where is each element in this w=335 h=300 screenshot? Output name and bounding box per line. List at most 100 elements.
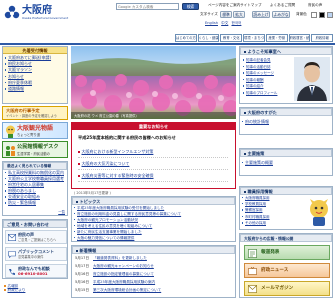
list-item[interactable]: 知事の報酬 — [241, 77, 291, 84]
nav-item-info[interactable]: 府政情報 — [311, 34, 334, 42]
comment-icon — [8, 251, 16, 258]
policy-title: 主要施策 — [240, 149, 332, 157]
list-item[interactable]: 知事の活動日誌 — [241, 64, 291, 71]
osaka-profile-box: 大阪府のすがた 府の統計情報 — [239, 107, 333, 135]
news-item[interactable]: 5月15日 第三次大阪府環境総合計画の策定について — [75, 288, 233, 295]
notice-heading: 平成25年度本格的に関する府民の皆様へのお知らせ — [78, 135, 176, 140]
notice-title: 重要なお知らせ — [138, 124, 169, 130]
size-label: 文字サイズ — [200, 12, 218, 16]
governor-title: ようこそ知事室へ — [240, 47, 332, 55]
media-item-news[interactable]: 府政ニュース — [244, 263, 330, 278]
nav-item-admin[interactable]: 府政運営・統計 — [288, 34, 311, 42]
site-logo[interactable]: 大阪府 Osaka Prefectural Government — [4, 5, 74, 23]
lang-korean[interactable]: 한국어 — [231, 21, 241, 25]
top-link-faq[interactable]: よくあるご質問 — [270, 3, 295, 7]
media-title: 大阪府からの広報・情報公開 — [240, 234, 332, 242]
news-item[interactable]: 5月17日 「報道発表資料」を更新しました — [75, 256, 233, 263]
envelope-icon — [248, 285, 257, 293]
nav-item-education[interactable]: 教育・文化 — [220, 34, 243, 42]
nav-item-life[interactable]: くらし・健康・福祉 — [197, 34, 220, 42]
search-input[interactable] — [116, 3, 179, 10]
bg-color-blue[interactable] — [327, 11, 333, 18]
language-links: English 中文 한국어 — [205, 21, 241, 25]
hero-photo: 大阪府の花 ウメ 府立公園の春（写真提供） — [71, 46, 236, 119]
notice-link-1[interactable]: 大阪府における新型インフルエンザ対策 — [78, 149, 228, 158]
inquiry-item-comment[interactable]: パブリックコメント 意見募集中の案件 — [5, 247, 67, 261]
news-box: 新着情報 5月17日 「報道発表資料」を更新しました 5月17日 大阪府の観光キャン… — [71, 245, 236, 298]
mail-icon — [8, 234, 16, 241]
top-link-sitemap[interactable]: サイトマップ — [240, 3, 262, 7]
tourism-banner[interactable]: 大阪観光物語 ちょっと寄り道 — [2, 122, 68, 139]
read-aloud-button[interactable]: 読み上げ — [252, 11, 270, 18]
flower-field-image — [71, 58, 236, 119]
inquiry-item-voice[interactable]: 府民の声 ご意見・ご提案はこちらへ — [5, 230, 67, 244]
list-item[interactable]: 大阪の魅力発信についての情報提供 — [72, 235, 235, 241]
site-name-en: Osaka Prefectural Government — [22, 16, 69, 20]
news-item[interactable]: 5月16日 平成25年度大阪府職員採用試験の案内 — [75, 280, 233, 287]
recruit-box: 職員採用情報 大阪府職員採用 学校教員採用 警察官採用 市町村職員採用 その他の… — [239, 186, 333, 230]
notice-link-2[interactable]: 大阪府の大気汚染について — [78, 161, 228, 170]
community-banner[interactable]: 公民館情報デスク 生涯学習・府民活動の — [2, 141, 68, 158]
update-date: ( 2013年5月17日更新 ) — [74, 191, 111, 195]
profile-title: 大阪府のすがた — [240, 108, 332, 116]
top-link-voice[interactable]: 府民の声 — [308, 3, 322, 7]
tv-icon — [248, 267, 257, 275]
size-large-button[interactable]: 拡大 — [233, 11, 245, 18]
lang-english[interactable]: English — [205, 21, 218, 25]
left-notice-title: 先着受付情報 — [3, 47, 67, 54]
foot-link-dayori[interactable]: 府政だより — [4, 288, 25, 292]
governor-photo[interactable] — [294, 57, 330, 101]
left-notice-box: 先着受付情報 大阪府あてに郵送(申請) 府民お知らせ 大阪マラソン お知らせ 府… — [2, 46, 68, 104]
photo-caption: 大阪府の花 ウメ 府立公園の春（写真提供） — [74, 113, 139, 118]
popular-more-link[interactable]: 一覧 — [58, 210, 65, 214]
list-item[interactable]: その他の採用 — [240, 220, 302, 226]
phone-icon — [9, 269, 15, 276]
nav-item-environment[interactable]: 環境・まちづくり — [243, 34, 265, 42]
search-button[interactable]: 検索 — [182, 3, 199, 10]
media-item-mail[interactable]: メールマガジン — [244, 281, 330, 296]
left-foot-links: 広報誌 府政だより — [4, 284, 25, 293]
search-box: 検索 — [116, 3, 204, 10]
list-item[interactable]: 知事のプロフィール — [241, 90, 291, 97]
news-item[interactable]: 5月16日 府立施設の指定管理者の募集について — [75, 272, 233, 279]
lang-chinese[interactable]: 中文 — [221, 21, 228, 25]
list-item[interactable]: 府の統計情報 — [240, 119, 332, 125]
nav-item-industry[interactable]: 産業・労働 — [265, 34, 288, 42]
bg-color-black[interactable] — [319, 11, 325, 18]
popular-list: 私立高校授業料の無償化の案内 大阪府公立学校教職員採用選考 府営住宅の入居募集 … — [3, 170, 67, 207]
news-title: 新着情報 — [72, 246, 235, 254]
nav-divider — [0, 43, 335, 45]
bg-color-white[interactable] — [311, 11, 317, 18]
size-normal-button[interactable]: 標準 — [220, 11, 232, 18]
list-item[interactable]: 道路情報 — [3, 86, 67, 92]
global-nav: はじめての方へ くらし・健康・福祉 教育・文化 環境・まちづくり 産業・労働 府… — [175, 34, 334, 42]
inquiry-title: ご意見・お問い合わせ — [3, 220, 67, 228]
top-link-guide[interactable]: ページ内容をご案内 — [208, 3, 240, 7]
media-box: 大阪府からの広報・情報公開 報道発表 府政ニュース メールマガジン — [239, 233, 333, 298]
inquiry-box: ご意見・お問い合わせ 府民の声 ご意見・ご提案はこちらへ パブリックコメント 意… — [2, 219, 68, 279]
left-notice-list: 大阪府あてに郵送(申請) 府民お知らせ 大阪マラソン お知らせ 府庁夏季休暇 道… — [3, 54, 67, 92]
list-item[interactable]: 防災・緊急情報 — [3, 200, 67, 206]
notice-link-3[interactable]: 大阪府災害等に対する緊急時の安全確保 — [78, 173, 228, 182]
ruby-button[interactable]: よみがな — [272, 11, 290, 18]
osaka-logo-icon — [4, 5, 20, 19]
list-item[interactable]: 知事のメッセージ — [241, 70, 291, 77]
media-item-press[interactable]: 報道発表 — [244, 245, 330, 260]
inquiry-item-consult[interactable]: 府政なんでも相談 06-6910-8001 — [5, 264, 67, 278]
popular-title: 最近よく見られている情報 — [3, 162, 67, 170]
popular-box: 最近よく見られている情報 私立高校授業料の無償化の案内 大阪府公立学校教職員採用… — [2, 161, 68, 216]
important-notice: 重要なお知らせ 平成25年度本格的に関する府民の皆様へのお知らせ 大阪府における… — [71, 122, 236, 189]
governor-box: ようこそ知事室へ 知事の記者会見 知事の活動日誌 知事のメッセージ 知事の報酬 … — [239, 46, 333, 104]
policy-box: 主要施策 主要施策の概要 — [239, 148, 333, 176]
news-item[interactable]: 5月17日 大阪府の観光キャンペーンのお知らせ — [75, 264, 233, 271]
mascot-icon — [310, 199, 328, 226]
nav-item-beginner[interactable]: はじめての方へ — [175, 34, 197, 42]
people-icon — [6, 146, 15, 156]
list-item[interactable]: 知事の記者会見 — [241, 57, 291, 64]
topics-title: トピックス — [72, 197, 235, 205]
governor-links: 知事の記者会見 知事の活動日誌 知事のメッセージ 知事の報酬 知事の紹介 知事の… — [241, 57, 291, 97]
top-links: ページ内容をご案内 サイトマップ よくあるご質問 府民の声 — [208, 3, 334, 9]
list-item[interactable]: 主要施策の概要 — [240, 160, 332, 166]
list-item[interactable]: 知事の紹介 — [241, 83, 291, 90]
event-banner[interactable]: 大阪府の行事予定 イベント・講座の予定を確認しよう — [2, 106, 68, 120]
